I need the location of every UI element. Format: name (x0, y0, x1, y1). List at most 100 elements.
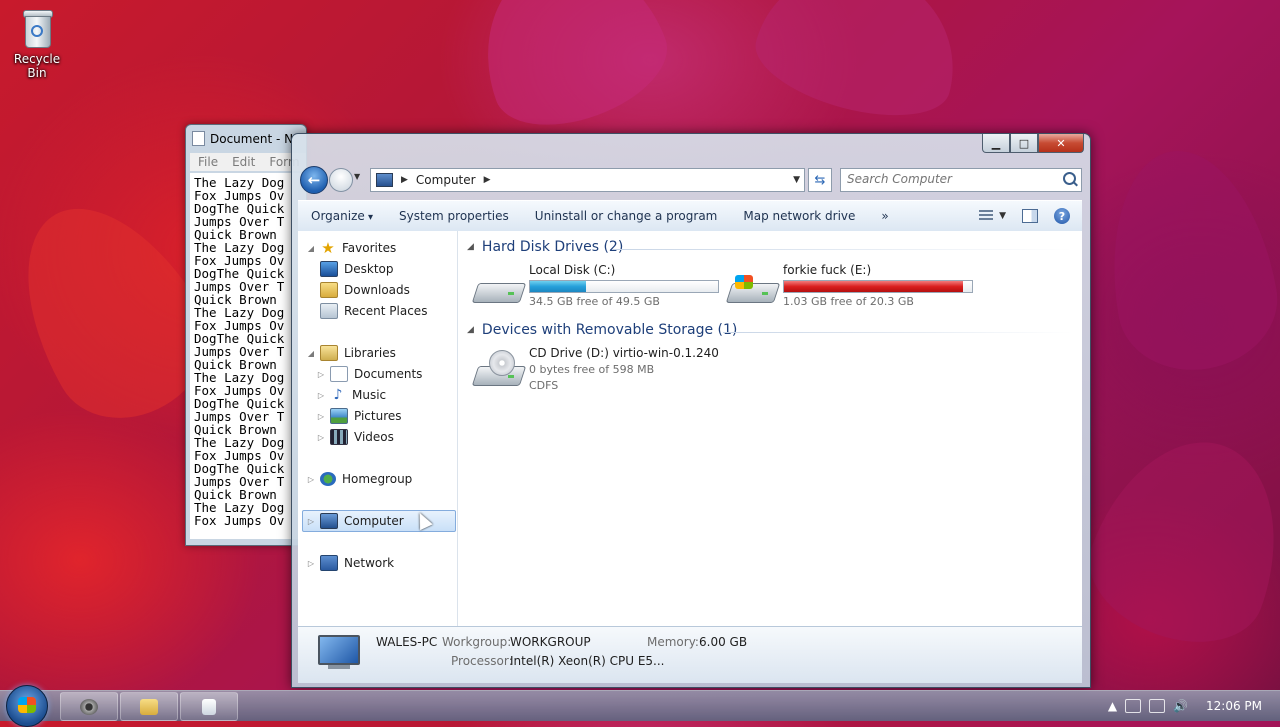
nav-videos[interactable]: ▷ Videos (316, 427, 394, 447)
drive-name: CD Drive (D:) virtio-win-0.1.240 (529, 346, 719, 360)
navigation-bar: ← ▼ ▶ Computer ▶ ▼ ⇆ (300, 164, 1082, 194)
recent-pages-dropdown[interactable]: ▼ (354, 172, 360, 181)
back-button[interactable]: ← (300, 166, 328, 194)
system-properties-button[interactable]: System properties (386, 209, 522, 223)
map-network-drive-button[interactable]: Map network drive (730, 209, 868, 223)
notepad-menu-file[interactable]: File (198, 155, 218, 169)
maximize-button[interactable]: □ (1010, 134, 1038, 153)
nav-documents[interactable]: ▷ Documents (316, 364, 422, 384)
drive-item-d[interactable]: CD Drive (D:) virtio-win-0.1.240 0 bytes… (471, 346, 719, 392)
nav-computer[interactable]: ▷ Computer (302, 510, 456, 532)
group-divider (613, 249, 1073, 250)
documents-icon (330, 366, 348, 382)
preview-pane-icon[interactable] (1022, 209, 1038, 223)
videos-icon (330, 429, 348, 445)
collapse-arrow-icon[interactable]: ◢ (467, 325, 474, 335)
view-options-dropdown-icon[interactable]: ▼ (999, 211, 1006, 221)
nav-favorites-label: Favorites (342, 241, 397, 255)
show-hidden-icons-icon[interactable]: ▲ (1108, 699, 1117, 713)
notepad-text-area[interactable]: The Lazy Dog Fox Jumps Ov DogThe Quick Jump… (190, 173, 306, 539)
notepad-menu-edit[interactable]: Edit (232, 155, 255, 169)
star-icon: ★ (321, 239, 335, 257)
search-input[interactable] (841, 169, 1053, 189)
collapse-arrow-icon[interactable]: ◢ (467, 242, 474, 252)
refresh-icon: ⇆ (814, 172, 826, 188)
change-view-icon[interactable] (979, 210, 994, 222)
action-center-flag-icon[interactable] (1125, 699, 1142, 713)
start-button[interactable] (6, 685, 48, 727)
taskbar-notepad[interactable] (180, 692, 238, 721)
search-icon[interactable] (1063, 172, 1076, 185)
expand-arrow-icon[interactable]: ▷ (306, 517, 316, 526)
expand-arrow-icon[interactable]: ▷ (316, 433, 326, 442)
group-header-removable[interactable]: ◢ Devices with Removable Storage (1) (467, 322, 737, 338)
explorer-folder-icon (140, 698, 158, 715)
group-divider (723, 332, 1073, 333)
drive-item-c[interactable]: Local Disk (C:) 34.5 GB free of 49.5 GB (471, 263, 719, 308)
taskbar-media-player[interactable] (60, 692, 118, 721)
nav-downloads[interactable]: Downloads (316, 280, 410, 300)
nav-desktop[interactable]: Desktop (316, 259, 394, 279)
expand-arrow-icon[interactable]: ▷ (306, 475, 316, 484)
recent-places-icon (320, 303, 338, 319)
workgroup-label: Workgroup: (442, 635, 512, 649)
minimize-button[interactable]: ▁ (982, 134, 1010, 153)
expand-arrow-icon[interactable]: ▷ (306, 559, 316, 568)
nav-documents-label: Documents (354, 367, 423, 381)
maximize-icon: □ (1018, 136, 1030, 150)
nav-homegroup[interactable]: ▷ Homegroup (306, 469, 412, 489)
help-icon[interactable]: ? (1054, 208, 1070, 224)
windows-hard-disk-icon (725, 275, 781, 305)
notepad-title: Document - N (210, 131, 294, 146)
notepad-window[interactable]: Document - N File Edit Form The Lazy Dog… (185, 124, 307, 546)
uninstall-program-button[interactable]: Uninstall or change a program (522, 209, 731, 223)
collapse-arrow-icon[interactable]: ◢ (306, 244, 316, 253)
nav-pictures-label: Pictures (354, 409, 402, 423)
nav-music-label: Music (352, 388, 387, 402)
search-box[interactable] (840, 168, 1082, 192)
drive-usage-fill (530, 281, 587, 292)
nav-recent-places-label: Recent Places (344, 304, 428, 318)
organize-button[interactable]: Organize (298, 209, 386, 223)
forward-button[interactable] (329, 168, 353, 192)
notepad-text-line: Fox Jumps Ov (194, 513, 285, 528)
nav-favorites[interactable]: ◢ ★ Favorites (306, 238, 396, 258)
nav-computer-label: Computer (344, 514, 404, 528)
breadcrumb-computer[interactable]: Computer (416, 173, 476, 187)
close-button[interactable]: ✕ (1038, 134, 1084, 153)
explorer-window[interactable]: ▁ □ ✕ ← ▼ ▶ Computer ▶ ▼ ⇆ Organize Syst… (291, 133, 1091, 688)
taskbar-explorer[interactable] (120, 692, 178, 721)
refresh-button[interactable]: ⇆ (808, 168, 832, 192)
drive-free-space: 34.5 GB free of 49.5 GB (529, 295, 660, 308)
pictures-icon (330, 408, 348, 424)
volume-icon[interactable]: 🔊 (1173, 699, 1188, 713)
wallpaper-petal (745, 0, 975, 134)
collapse-arrow-icon[interactable]: ◢ (306, 349, 316, 358)
expand-arrow-icon[interactable]: ▷ (316, 412, 326, 421)
drive-usage-bar (783, 280, 973, 293)
notepad-title-bar[interactable]: Document - N (192, 131, 293, 146)
wallpaper-petal (1092, 137, 1280, 383)
nav-libraries[interactable]: ◢ Libraries (306, 343, 396, 363)
group-header-hard-disks[interactable]: ◢ Hard Disk Drives (2) (467, 239, 623, 255)
cd-drive-icon (471, 350, 527, 388)
address-dropdown-icon[interactable]: ▼ (789, 175, 804, 185)
close-icon: ✕ (1056, 136, 1066, 150)
nav-pictures[interactable]: ▷ Pictures (316, 406, 402, 426)
nav-libraries-label: Libraries (344, 346, 396, 360)
memory-label: Memory: (647, 635, 699, 649)
expand-arrow-icon[interactable]: ▷ (316, 370, 326, 379)
more-commands-button[interactable]: » (868, 209, 901, 223)
breadcrumb-arrow-icon[interactable]: ▶ (484, 175, 491, 185)
nav-recent-places[interactable]: Recent Places (316, 301, 427, 321)
recycle-bin-desktop-icon[interactable]: Recycle Bin (5, 6, 69, 80)
address-bar[interactable]: ▶ Computer ▶ ▼ (370, 168, 805, 192)
clock[interactable]: 12:06 PM (1206, 699, 1262, 713)
nav-music[interactable]: ▷ ♪ Music (316, 385, 386, 405)
nav-network[interactable]: ▷ Network (306, 553, 394, 573)
network-status-icon[interactable] (1149, 699, 1166, 713)
breadcrumb-arrow-icon[interactable]: ▶ (401, 175, 408, 185)
libraries-icon (320, 345, 338, 361)
expand-arrow-icon[interactable]: ▷ (316, 391, 326, 400)
drive-item-e[interactable]: forkie fuck (E:) 1.03 GB free of 20.3 GB (725, 263, 973, 308)
